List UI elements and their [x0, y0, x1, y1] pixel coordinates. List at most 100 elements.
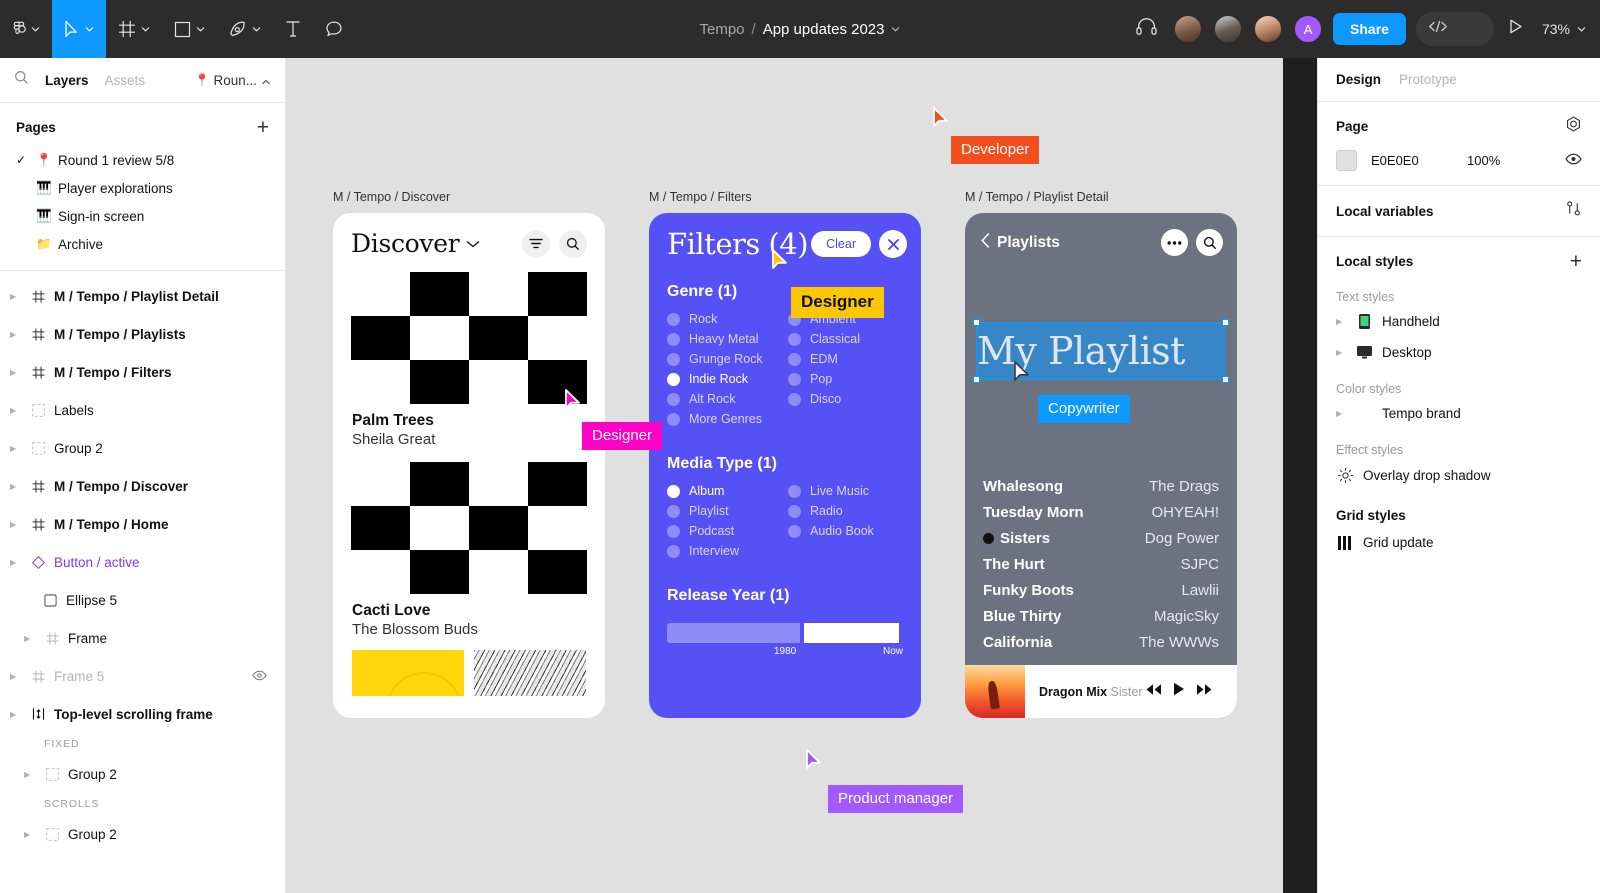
- chevron-right-icon[interactable]: ▶: [10, 710, 22, 719]
- play-icon[interactable]: [1173, 682, 1185, 701]
- slider-track[interactable]: [667, 623, 903, 643]
- track-row-playing[interactable]: Sisters Dog Power: [983, 525, 1219, 551]
- frame-label-discover[interactable]: M / Tempo / Discover: [333, 190, 450, 204]
- breadcrumb-team[interactable]: Tempo: [700, 21, 745, 38]
- style-item-handheld[interactable]: ▶ Handheld: [1318, 306, 1600, 337]
- frame-label-filters[interactable]: M / Tempo / Filters: [649, 190, 752, 204]
- branch-selector[interactable]: 📍 Roun...: [195, 73, 271, 88]
- layer-row[interactable]: Ellipse 5: [0, 581, 285, 619]
- back-to-playlists-button[interactable]: Playlists: [981, 233, 1060, 253]
- radio-icon[interactable]: [667, 505, 680, 518]
- layer-row[interactable]: ▶ M / Tempo / Playlist Detail: [0, 277, 285, 315]
- shape-tool-button[interactable]: [162, 0, 217, 58]
- zoom-control[interactable]: 73%: [1538, 21, 1586, 37]
- genre-option-disco[interactable]: Disco: [788, 389, 903, 409]
- radio-icon[interactable]: [788, 353, 801, 366]
- media-option-audio-book[interactable]: Audio Book: [788, 521, 903, 541]
- radio-icon-selected[interactable]: [667, 373, 680, 386]
- radio-icon[interactable]: [667, 353, 680, 366]
- chevron-right-icon[interactable]: ▶: [1336, 317, 1346, 326]
- color-hex-value[interactable]: E0E0E0: [1371, 153, 1453, 168]
- search-icon[interactable]: [559, 230, 587, 258]
- breadcrumb-file[interactable]: App updates 2023: [763, 21, 885, 38]
- frame-playlist-detail[interactable]: Playlists My Playlist: [965, 213, 1237, 718]
- filter-icon[interactable]: [522, 230, 550, 258]
- genre-option-edm[interactable]: EDM: [788, 349, 903, 369]
- radio-icon-selected[interactable]: [667, 485, 680, 498]
- layer-row[interactable]: ▶ Frame 5: [0, 657, 285, 695]
- plus-icon[interactable]: +: [1570, 251, 1582, 272]
- layer-row[interactable]: ▶ M / Tempo / Discover: [0, 467, 285, 505]
- layer-row[interactable]: ▶ M / Tempo / Home: [0, 505, 285, 543]
- move-tool-button[interactable]: [52, 0, 106, 58]
- chevron-right-icon[interactable]: ▶: [10, 368, 22, 377]
- main-menu-button[interactable]: [0, 0, 52, 58]
- chevron-down-icon[interactable]: [891, 26, 900, 32]
- layer-row[interactable]: ▶ Group 2: [0, 755, 285, 793]
- genre-option-more-genres[interactable]: More Genres: [667, 409, 782, 429]
- tab-assets[interactable]: Assets: [105, 73, 146, 88]
- forward-icon[interactable]: [1196, 683, 1213, 701]
- radio-icon[interactable]: [667, 333, 680, 346]
- avatar[interactable]: [1213, 14, 1243, 44]
- text-tool-button[interactable]: [273, 0, 313, 58]
- chevron-right-icon[interactable]: ▶: [24, 830, 36, 839]
- chevron-right-icon[interactable]: ▶: [10, 406, 22, 415]
- track-row[interactable]: Blue Thirty MagicSky: [983, 603, 1219, 629]
- present-button[interactable]: [1504, 18, 1528, 40]
- radio-icon[interactable]: [667, 313, 680, 326]
- chevron-right-icon[interactable]: ▶: [1336, 409, 1346, 418]
- color-swatch[interactable]: [1336, 150, 1357, 171]
- page-item-player-explorations[interactable]: 🎹 Player explorations: [0, 174, 285, 202]
- style-item-grid-update[interactable]: Grid update: [1318, 525, 1600, 558]
- chevron-down-icon[interactable]: [466, 235, 480, 253]
- media-option-album[interactable]: Album: [667, 481, 782, 501]
- chevron-right-icon[interactable]: ▶: [10, 482, 22, 491]
- genre-option-grunge-rock[interactable]: Grunge Rock: [667, 349, 782, 369]
- track-row[interactable]: Funky Boots Lawlii: [983, 577, 1219, 603]
- track-row[interactable]: Tuesday Morn OHYEAH!: [983, 499, 1219, 525]
- media-option-interview[interactable]: Interview: [667, 541, 782, 561]
- dev-mode-toggle[interactable]: [1416, 12, 1494, 46]
- radio-icon[interactable]: [667, 525, 680, 538]
- mini-player-bar[interactable]: Dragon Mix Sisters: [965, 665, 1237, 718]
- chevron-right-icon[interactable]: ▶: [10, 520, 22, 529]
- comment-tool-button[interactable]: [313, 0, 355, 58]
- frame-discover[interactable]: Discover Palm Trees Sh: [333, 213, 605, 718]
- radio-icon[interactable]: [788, 333, 801, 346]
- layer-row[interactable]: ▶ Top-level scrolling frame: [0, 695, 285, 733]
- tab-design[interactable]: Design: [1336, 72, 1381, 87]
- chevron-right-icon[interactable]: ▶: [10, 330, 22, 339]
- radio-icon[interactable]: [788, 505, 801, 518]
- playlist-heading[interactable]: My Playlist: [977, 323, 1225, 379]
- genre-option-classical[interactable]: Classical: [788, 329, 903, 349]
- rewind-icon[interactable]: [1145, 683, 1162, 701]
- eye-icon[interactable]: [252, 669, 267, 684]
- track-row[interactable]: The Hurt SJPC: [983, 551, 1219, 577]
- style-item-tempo-brand[interactable]: ▶ Tempo brand: [1318, 398, 1600, 429]
- color-opacity-value[interactable]: 100%: [1467, 153, 1500, 168]
- chevron-right-icon[interactable]: ▶: [1336, 348, 1346, 357]
- track-row[interactable]: Whalesong The Drags: [983, 473, 1219, 499]
- chevron-right-icon[interactable]: ▶: [10, 292, 22, 301]
- style-item-overlay-drop-shadow[interactable]: Overlay drop shadow: [1318, 459, 1600, 492]
- layer-row[interactable]: ▶ M / Tempo / Playlists: [0, 315, 285, 353]
- tab-prototype[interactable]: Prototype: [1399, 72, 1457, 87]
- headphones-icon[interactable]: [1130, 17, 1163, 41]
- breadcrumb[interactable]: Tempo / App updates 2023: [700, 21, 901, 38]
- page-item-archive[interactable]: 📁 Archive: [0, 230, 285, 258]
- genre-option-heavy-metal[interactable]: Heavy Metal: [667, 329, 782, 349]
- search-icon[interactable]: [1196, 229, 1223, 256]
- clear-button[interactable]: Clear: [811, 231, 871, 257]
- radio-icon[interactable]: [667, 545, 680, 558]
- avatar[interactable]: [1173, 14, 1203, 44]
- plus-icon[interactable]: +: [257, 117, 269, 138]
- slider-range-handle[interactable]: [800, 623, 903, 643]
- track-row[interactable]: California The WWWs: [983, 629, 1219, 655]
- radio-icon[interactable]: [788, 485, 801, 498]
- close-icon[interactable]: [879, 230, 907, 258]
- layer-row[interactable]: ▶ Labels: [0, 391, 285, 429]
- genre-option-rock[interactable]: Rock: [667, 309, 782, 329]
- local-variables-section[interactable]: Local variables: [1318, 186, 1600, 237]
- media-option-podcast[interactable]: Podcast: [667, 521, 782, 541]
